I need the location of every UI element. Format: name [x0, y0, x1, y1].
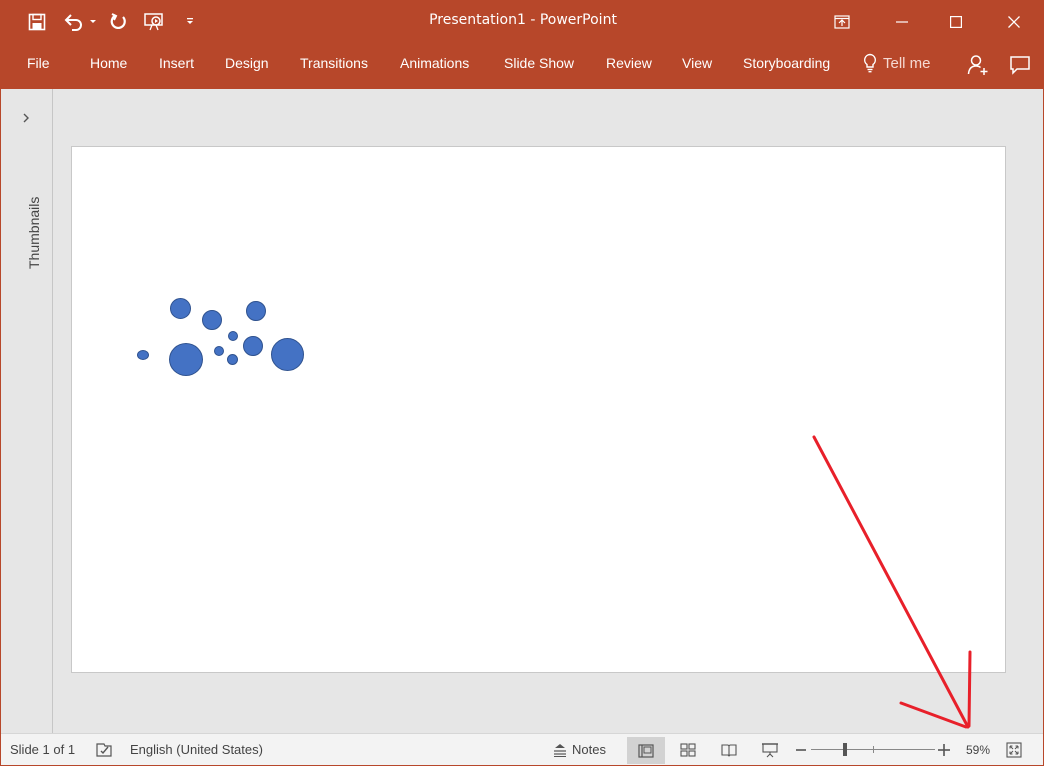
- tab-home[interactable]: Home: [90, 55, 127, 71]
- spelling-check-icon[interactable]: [94, 740, 114, 760]
- slide-sorter-view-icon[interactable]: [678, 740, 698, 760]
- lightbulb-icon: [863, 53, 877, 73]
- tab-slide-show[interactable]: Slide Show: [504, 55, 574, 71]
- reading-view-icon[interactable]: [719, 740, 739, 760]
- tab-animations[interactable]: Animations: [400, 55, 469, 71]
- thumbnails-pane: Thumbnails: [1, 89, 53, 733]
- bubble-shape[interactable]: [227, 354, 238, 365]
- bubble-shape[interactable]: [228, 331, 238, 341]
- title-bar: Presentation1 - PowerPoint: [1, 1, 1043, 43]
- close-icon[interactable]: [991, 1, 1037, 43]
- bubble-shape[interactable]: [246, 301, 266, 321]
- redo-icon[interactable]: [107, 9, 129, 35]
- comments-icon[interactable]: [1007, 53, 1033, 77]
- fit-slide-to-window-icon[interactable]: [1005, 740, 1023, 760]
- bubble-shape[interactable]: [169, 343, 203, 376]
- zoom-out-icon[interactable]: [794, 740, 808, 760]
- tell-me-label: Tell me: [883, 54, 931, 72]
- tab-transitions[interactable]: Transitions: [300, 55, 368, 71]
- ribbon-display-options-icon[interactable]: [819, 1, 865, 43]
- ribbon-tabs: File Home Insert Design Transitions Anim…: [1, 43, 1043, 89]
- language-indicator[interactable]: English (United States): [130, 742, 263, 757]
- slide-canvas[interactable]: [71, 146, 1006, 673]
- bubble-shape[interactable]: [243, 336, 263, 356]
- slide-number-indicator[interactable]: Slide 1 of 1: [10, 742, 75, 757]
- maximize-icon[interactable]: [933, 1, 979, 43]
- present-from-start-icon[interactable]: [143, 9, 167, 35]
- bubble-shape[interactable]: [137, 350, 149, 360]
- slide-editing-area: [54, 89, 1043, 733]
- notes-icon[interactable]: [551, 740, 569, 760]
- expand-thumbnails-chevron-icon[interactable]: [19, 111, 33, 125]
- bubble-shape[interactable]: [202, 310, 222, 330]
- tab-view[interactable]: View: [682, 55, 712, 71]
- tab-insert[interactable]: Insert: [159, 55, 194, 71]
- bubble-shape[interactable]: [271, 338, 304, 371]
- tab-file[interactable]: File: [27, 55, 50, 71]
- customize-qat-icon[interactable]: [183, 9, 197, 35]
- minimize-icon[interactable]: [879, 1, 925, 43]
- thumbnails-label[interactable]: Thumbnails: [26, 197, 42, 269]
- notes-button[interactable]: Notes: [572, 742, 606, 757]
- share-user-icon[interactable]: [965, 53, 991, 77]
- undo-icon[interactable]: [61, 9, 87, 35]
- zoom-in-icon[interactable]: [937, 740, 951, 760]
- undo-dropdown-icon[interactable]: [87, 9, 99, 35]
- tab-design[interactable]: Design: [225, 55, 269, 71]
- bubble-shape[interactable]: [214, 346, 224, 356]
- bubble-shape[interactable]: [170, 298, 191, 319]
- slide-show-view-icon[interactable]: [760, 740, 780, 760]
- tell-me-box[interactable]: Tell me: [863, 53, 931, 73]
- zoom-slider-thumb[interactable]: [843, 743, 847, 756]
- status-bar: Slide 1 of 1 English (United States) Not…: [1, 733, 1043, 765]
- tab-review[interactable]: Review: [606, 55, 652, 71]
- tab-storyboarding[interactable]: Storyboarding: [743, 55, 830, 71]
- powerpoint-window: Presentation1 - PowerPoint File Home Ins…: [0, 0, 1044, 766]
- save-icon[interactable]: [25, 9, 49, 35]
- zoom-slider-center-tick: [873, 746, 874, 753]
- zoom-level[interactable]: 59%: [966, 743, 990, 757]
- normal-view-icon[interactable]: [627, 737, 665, 764]
